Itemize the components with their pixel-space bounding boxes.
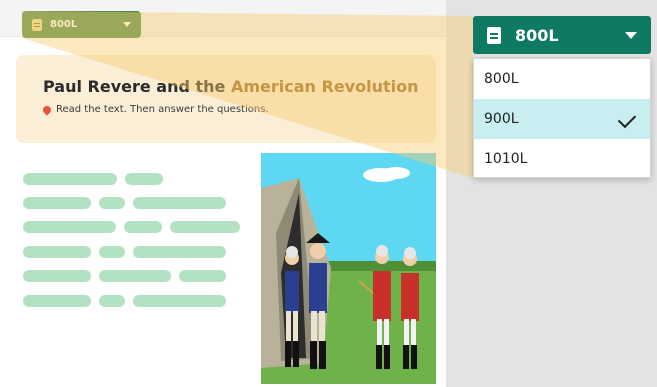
placeholder-line xyxy=(125,173,163,185)
lesson-toolbar: 800L xyxy=(0,0,446,38)
instructions-text: Read the text. Then answer the questions… xyxy=(56,104,269,115)
title-accent: American Revolution xyxy=(230,77,419,96)
checkmark-icon xyxy=(617,109,637,129)
placeholder-line xyxy=(23,197,91,209)
placeholder-line xyxy=(179,270,226,282)
level-option-800l[interactable]: 800L xyxy=(474,59,650,99)
placeholder-line xyxy=(23,295,91,307)
placeholder-line xyxy=(170,221,240,233)
title-main: Paul Revere and the xyxy=(43,77,231,96)
placeholder-line xyxy=(23,246,91,258)
option-label: 800L xyxy=(484,71,519,87)
level-option-900l[interactable]: 900L xyxy=(474,99,650,139)
placeholder-line xyxy=(23,173,117,185)
revolution-illustration xyxy=(261,153,436,384)
option-label: 1010L xyxy=(484,151,528,167)
level-dropdown-menu: 800L 900L 1010L xyxy=(473,58,651,178)
level-dropdown-label: 800L xyxy=(515,25,559,45)
placeholder-line xyxy=(99,246,125,258)
placeholder-line xyxy=(99,295,125,307)
lesson-panel: 800L Paul Revere and the American Revolu… xyxy=(0,0,446,387)
book-icon xyxy=(32,18,42,31)
placeholder-line xyxy=(99,197,125,209)
lesson-header: Paul Revere and the American Revolution … xyxy=(16,55,436,143)
placeholder-line xyxy=(124,221,162,233)
map-pin-icon xyxy=(41,103,53,116)
chevron-down-icon xyxy=(123,22,131,27)
option-label: 900L xyxy=(484,111,519,127)
placeholder-line xyxy=(133,246,226,258)
placeholder-line xyxy=(133,197,226,209)
placeholder-line xyxy=(99,270,171,282)
level-dropdown-button[interactable]: 800L xyxy=(473,16,651,54)
level-option-1010l[interactable]: 1010L xyxy=(474,139,650,179)
book-icon xyxy=(487,26,501,44)
level-chip-label: 800L xyxy=(50,19,78,30)
placeholder-line xyxy=(23,221,116,233)
level-chip[interactable]: 800L xyxy=(22,11,141,38)
placeholder-line xyxy=(23,270,91,282)
page-title: Paul Revere and the American Revolution xyxy=(43,77,436,96)
placeholder-line xyxy=(133,295,226,307)
instructions: Read the text. Then answer the questions… xyxy=(41,103,436,116)
chevron-down-icon xyxy=(625,31,637,39)
